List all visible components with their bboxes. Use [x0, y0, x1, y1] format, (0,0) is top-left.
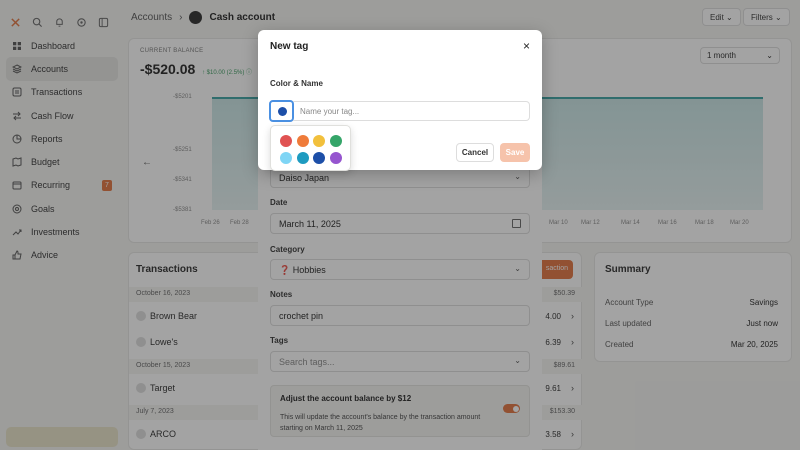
color-swatch-yellow[interactable]: [313, 135, 325, 147]
save-button[interactable]: Save: [500, 143, 530, 162]
color-swatch-light-blue[interactable]: [280, 152, 292, 164]
color-swatch-purple[interactable]: [329, 152, 342, 164]
selected-color-dot: [278, 107, 287, 116]
color-swatch-green[interactable]: [329, 135, 342, 147]
cancel-button[interactable]: Cancel: [456, 143, 494, 162]
tag-name-placeholder: Name your tag...: [300, 107, 360, 116]
close-icon[interactable]: ×: [523, 39, 530, 53]
color-picker-button[interactable]: [269, 100, 294, 122]
color-swatch-red[interactable]: [280, 135, 292, 147]
tag-name-input[interactable]: Name your tag...: [293, 101, 530, 121]
color-swatch-navy[interactable]: [313, 152, 325, 164]
modal-title: New tag: [270, 41, 309, 52]
color-name-label: Color & Name: [270, 79, 323, 88]
color-palette-popover: [270, 125, 351, 171]
color-swatch-teal[interactable]: [296, 152, 309, 164]
color-swatch-orange[interactable]: [296, 135, 309, 147]
